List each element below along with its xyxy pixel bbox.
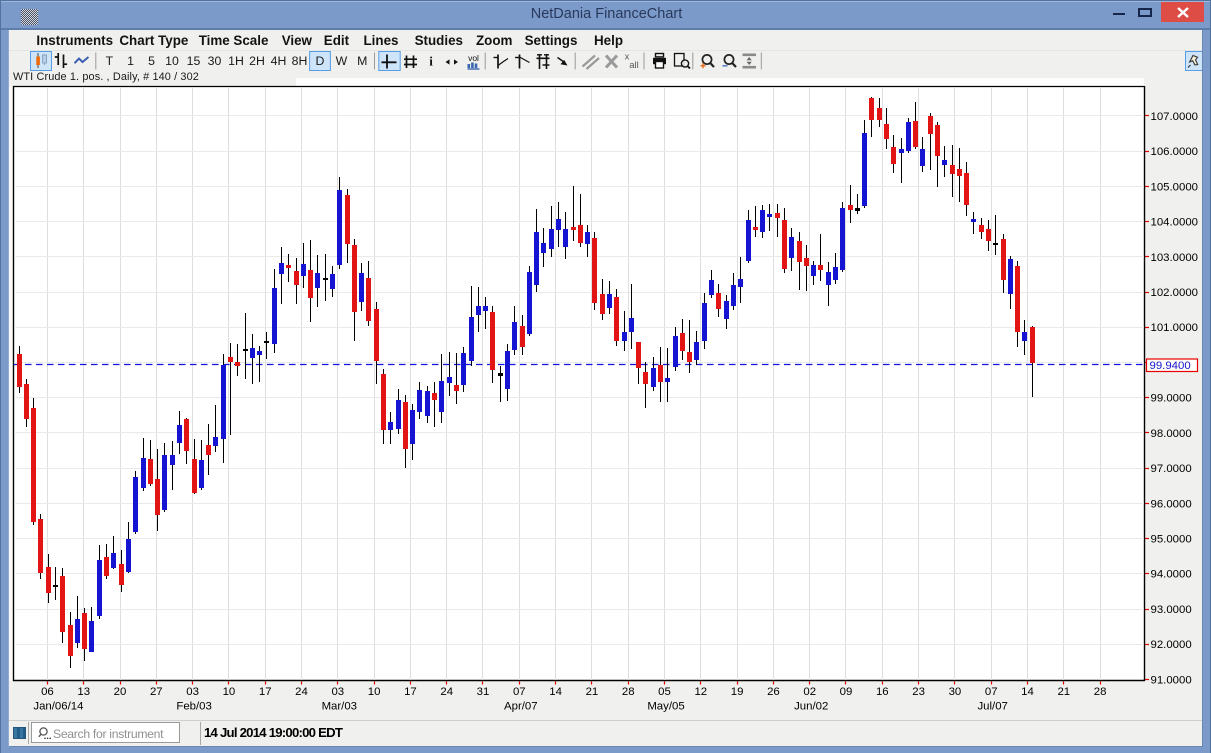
svg-text:4H: 4H	[271, 54, 287, 68]
svg-text:20: 20	[114, 686, 127, 698]
svg-text:21: 21	[1057, 686, 1070, 698]
svg-text:10: 10	[165, 54, 179, 68]
svg-text:107.0000: 107.0000	[1151, 111, 1199, 123]
svg-text:Feb/03: Feb/03	[176, 701, 211, 713]
svg-text:27: 27	[150, 686, 163, 698]
svg-text:12: 12	[694, 686, 707, 698]
svg-text:T: T	[106, 54, 114, 68]
svg-text:W: W	[336, 54, 348, 68]
svg-text:94.0000: 94.0000	[1151, 569, 1192, 581]
svg-text:31: 31	[477, 686, 490, 698]
svg-text:13: 13	[77, 686, 90, 698]
svg-text:96.0000: 96.0000	[1151, 498, 1192, 510]
svg-text:97.0000: 97.0000	[1151, 463, 1192, 475]
svg-text:19: 19	[731, 686, 744, 698]
svg-text:1H: 1H	[228, 54, 244, 68]
svg-text:Jun/02: Jun/02	[794, 701, 828, 713]
svg-text:99.9400: 99.9400	[1150, 360, 1191, 372]
svg-text:93.0000: 93.0000	[1151, 604, 1192, 616]
svg-text:03: 03	[186, 686, 199, 698]
svg-text:26: 26	[767, 686, 780, 698]
svg-text:5: 5	[148, 54, 155, 68]
svg-text:28: 28	[622, 686, 635, 698]
svg-text:16: 16	[876, 686, 889, 698]
svg-text:28: 28	[1094, 686, 1107, 698]
svg-text:all: all	[629, 60, 639, 71]
svg-text:06: 06	[41, 686, 54, 698]
svg-text:30: 30	[949, 686, 962, 698]
svg-text:92.0000: 92.0000	[1151, 639, 1192, 651]
svg-text:07: 07	[985, 686, 998, 698]
svg-text:15: 15	[187, 54, 201, 68]
svg-text:23: 23	[912, 686, 925, 698]
svg-text:Apr/07: Apr/07	[504, 701, 538, 713]
svg-text:101.0000: 101.0000	[1151, 322, 1199, 334]
svg-text:07: 07	[513, 686, 526, 698]
svg-text:98.0000: 98.0000	[1151, 428, 1192, 440]
svg-text:03: 03	[331, 686, 344, 698]
svg-text:17: 17	[404, 686, 417, 698]
svg-text:106.0000: 106.0000	[1151, 146, 1199, 158]
svg-text:1: 1	[127, 54, 134, 68]
svg-text:05: 05	[658, 686, 671, 698]
svg-text:Mar/03: Mar/03	[322, 701, 357, 713]
svg-text:24: 24	[295, 686, 308, 698]
svg-text:95.0000: 95.0000	[1151, 534, 1192, 546]
svg-text:M: M	[357, 54, 367, 68]
svg-text:10: 10	[368, 686, 381, 698]
svg-text:02: 02	[803, 686, 816, 698]
svg-text:May/05: May/05	[647, 701, 684, 713]
svg-text:Jan/06/14: Jan/06/14	[33, 701, 83, 713]
svg-text:102.0000: 102.0000	[1151, 287, 1199, 299]
svg-text:14: 14	[1021, 686, 1034, 698]
svg-text:103.0000: 103.0000	[1151, 252, 1199, 264]
svg-text:2H: 2H	[249, 54, 265, 68]
svg-text:99.0000: 99.0000	[1151, 393, 1192, 405]
svg-text:8H: 8H	[292, 54, 308, 68]
svg-text:vol: vol	[468, 53, 479, 63]
svg-text:D: D	[316, 54, 325, 68]
svg-text:17: 17	[259, 686, 272, 698]
svg-text:i: i	[429, 54, 433, 69]
svg-text:30: 30	[208, 54, 222, 68]
svg-text:14: 14	[549, 686, 562, 698]
svg-text:21: 21	[586, 686, 599, 698]
svg-text:105.0000: 105.0000	[1151, 181, 1199, 193]
svg-text:09: 09	[840, 686, 853, 698]
svg-text:Jul/07: Jul/07	[977, 701, 1007, 713]
svg-text:91.0000: 91.0000	[1151, 674, 1192, 686]
svg-text:24: 24	[440, 686, 453, 698]
svg-text:104.0000: 104.0000	[1151, 217, 1199, 229]
svg-text:10: 10	[223, 686, 236, 698]
